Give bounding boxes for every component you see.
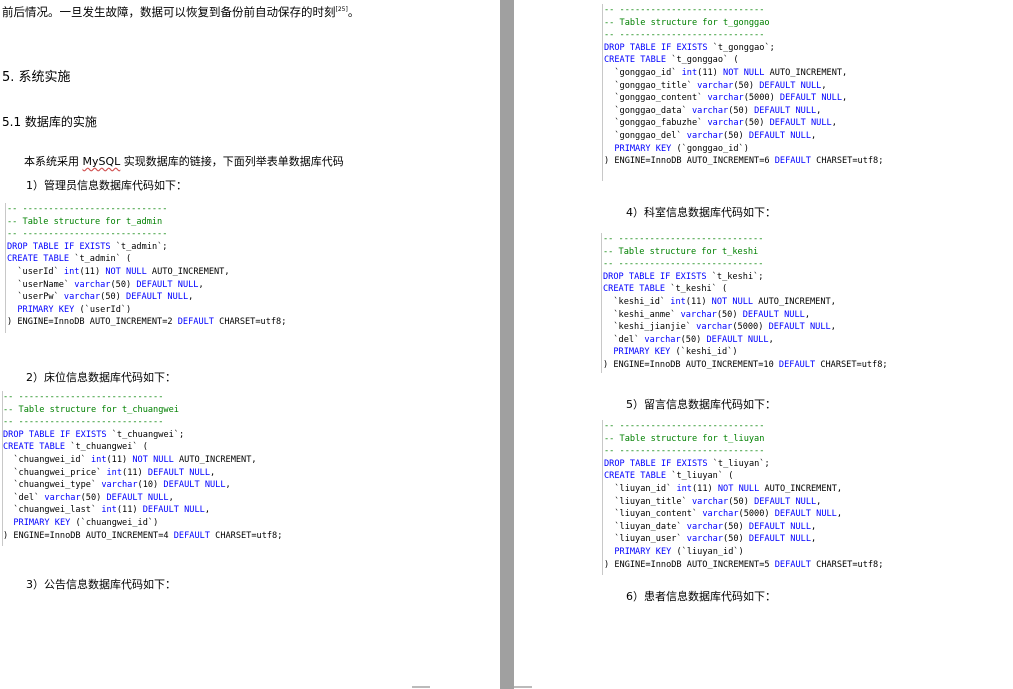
code-line: -- ---------------------------- bbox=[3, 392, 164, 402]
code-block-gonggao: -- ---------------------------- -- Table … bbox=[604, 4, 883, 168]
item-patient-label: 6）患者信息数据库代码如下： bbox=[626, 590, 776, 603]
item-keshi-label: 4）科室信息数据库代码如下： bbox=[626, 206, 776, 219]
intro-end: 。 bbox=[347, 5, 360, 19]
code-line: DROP TABLE IF EXISTS `t_liuyan`; bbox=[604, 458, 770, 469]
code-line: ) ENGINE=InnoDB AUTO_INCREMENT=4 DEFAULT… bbox=[3, 530, 283, 541]
code-line: `keshi_anme` varchar(50) DEFAULT NULL, bbox=[603, 309, 810, 320]
code-line: `gonggao_fabuzhe` varchar(50) DEFAULT NU… bbox=[604, 118, 837, 129]
code-line: -- ---------------------------- bbox=[603, 234, 764, 244]
code-block-chuangwei: -- ---------------------------- -- Table … bbox=[3, 391, 282, 542]
code-line: `userPw` varchar(50) DEFAULT NULL, bbox=[7, 292, 194, 303]
code-line: CREATE TABLE `t_admin` ( bbox=[7, 254, 132, 265]
code-line: `userName` varchar(50) DEFAULT NULL, bbox=[7, 279, 204, 290]
code-line: DROP TABLE IF EXISTS `t_gonggao`; bbox=[604, 42, 775, 53]
crop-mark bbox=[514, 686, 532, 688]
code-line: `liuyan_date` varchar(50) DEFAULT NULL, bbox=[604, 521, 817, 532]
item-admin-label: 1）管理员信息数据库代码如下： bbox=[26, 179, 187, 192]
code-line: DROP TABLE IF EXISTS `t_admin`; bbox=[7, 241, 168, 252]
code-line: `chuangwei_type` varchar(10) DEFAULT NUL… bbox=[3, 480, 231, 491]
code-line: -- ---------------------------- bbox=[3, 417, 164, 428]
item-liuyan-label: 5）留言信息数据库代码如下： bbox=[626, 398, 776, 411]
code-line: ) ENGINE=InnoDB AUTO_INCREMENT=5 DEFAULT… bbox=[604, 559, 884, 570]
section-5-heading: 5. 系统实施 bbox=[2, 70, 71, 85]
item-chuangwei-label: 2）床位信息数据库代码如下： bbox=[26, 371, 176, 384]
para-suffix: 实现数据库的链接，下面列举表单数据库代码 bbox=[120, 155, 344, 168]
code-line: ) ENGINE=InnoDB AUTO_INCREMENT=6 DEFAULT… bbox=[604, 156, 884, 167]
code-line: PRIMARY KEY (`liuyan_id`) bbox=[614, 546, 744, 557]
code-line: `gonggao_content` varchar(5000) DEFAULT … bbox=[604, 93, 848, 104]
code-line: -- ---------------------------- bbox=[604, 5, 765, 15]
code-line: `gonggao_id` int(11) NOT NULL AUTO_INCRE… bbox=[604, 67, 848, 78]
code-line: `gonggao_del` varchar(50) DEFAULT NULL, bbox=[604, 130, 817, 141]
code-line: -- Table structure for t_liuyan bbox=[604, 433, 765, 444]
code-rule-keshi bbox=[601, 233, 602, 373]
code-line: `chuangwei_last` int(11) DEFAULT NULL, bbox=[3, 505, 211, 516]
code-line: ) ENGINE=InnoDB AUTO_INCREMENT=10 DEFAUL… bbox=[603, 359, 888, 370]
code-line: `liuyan_id` int(11) NOT NULL AUTO_INCREM… bbox=[604, 483, 843, 494]
citation-ref: [25] bbox=[335, 6, 348, 14]
item-gonggao-label: 3）公告信息数据库代码如下： bbox=[26, 578, 176, 591]
code-line: `del` varchar(50) DEFAULT NULL, bbox=[603, 334, 774, 345]
code-rule-gonggao bbox=[602, 4, 603, 181]
code-line: CREATE TABLE `t_keshi` ( bbox=[603, 284, 728, 295]
crop-mark bbox=[412, 686, 430, 688]
code-block-admin: -- ---------------------------- -- Table … bbox=[7, 203, 286, 329]
intro-paragraph: 本系统采用 MySQL 实现数据库的链接，下面列举表单数据库代码 bbox=[24, 153, 344, 169]
section-5-1-heading: 5.1 数据库的实施 bbox=[2, 115, 97, 129]
intro-text: 前后情况。一旦发生故障，数据可以恢复到备份前自动保存的时刻 bbox=[2, 5, 336, 19]
para-prefix: 本系统采用 bbox=[24, 155, 83, 168]
code-line: -- Table structure for t_gonggao bbox=[604, 17, 770, 28]
code-line: CREATE TABLE `t_chuangwei` ( bbox=[3, 442, 148, 453]
code-line: `liuyan_user` varchar(50) DEFAULT NULL, bbox=[604, 534, 817, 545]
code-line: DROP TABLE IF EXISTS `t_keshi`; bbox=[603, 271, 764, 282]
code-rule-liuyan bbox=[602, 420, 603, 575]
code-line: -- Table structure for t_chuangwei bbox=[3, 404, 179, 415]
code-line: `liuyan_title` varchar(50) DEFAULT NULL, bbox=[604, 496, 822, 507]
code-line: -- Table structure for t_admin bbox=[7, 216, 163, 227]
code-line: `del` varchar(50) DEFAULT NULL, bbox=[3, 492, 174, 503]
code-line: `liuyan_content` varchar(5000) DEFAULT N… bbox=[604, 509, 843, 520]
code-line: DROP TABLE IF EXISTS `t_chuangwei`; bbox=[3, 429, 185, 440]
code-block-keshi: -- ---------------------------- -- Table … bbox=[603, 233, 888, 372]
code-line: `keshi_id` int(11) NOT NULL AUTO_INCREME… bbox=[603, 296, 836, 307]
code-line: -- ---------------------------- bbox=[604, 446, 765, 457]
code-line: `keshi_jianjie` varchar(5000) DEFAULT NU… bbox=[603, 322, 836, 333]
code-line: `gonggao_title` varchar(50) DEFAULT NULL… bbox=[604, 80, 827, 91]
document-page-left: 前后情况。一旦发生故障，数据可以恢复到备份前自动保存的时刻[25]。 5. 系统… bbox=[0, 0, 500, 689]
code-line: `gonggao_data` varchar(50) DEFAULT NULL, bbox=[604, 105, 822, 116]
code-line: `chuangwei_id` int(11) NOT NULL AUTO_INC… bbox=[3, 454, 257, 465]
code-line: `userId` int(11) NOT NULL AUTO_INCREMENT… bbox=[7, 266, 230, 277]
code-line: ) ENGINE=InnoDB AUTO_INCREMENT=2 DEFAULT… bbox=[7, 317, 287, 328]
code-line: -- ---------------------------- bbox=[603, 259, 764, 270]
document-page-right: -- ---------------------------- -- Table … bbox=[514, 0, 1013, 689]
code-line: CREATE TABLE `t_liuyan` ( bbox=[604, 471, 734, 482]
code-line: -- Table structure for t_keshi bbox=[603, 246, 759, 257]
code-line: PRIMARY KEY (`keshi_id`) bbox=[613, 347, 738, 358]
code-line: -- ---------------------------- bbox=[604, 421, 765, 431]
code-line: `chuangwei_price` int(11) DEFAULT NULL, bbox=[3, 467, 216, 478]
code-line: -- ---------------------------- bbox=[7, 204, 168, 214]
code-line: PRIMARY KEY (`userId`) bbox=[17, 304, 132, 315]
code-line: -- ---------------------------- bbox=[604, 30, 765, 41]
code-line: -- ---------------------------- bbox=[7, 229, 168, 240]
code-line: PRIMARY KEY (`chuangwei_id`) bbox=[13, 517, 159, 528]
intro-line: 前后情况。一旦发生故障，数据可以恢复到备份前自动保存的时刻[25]。 bbox=[2, 4, 359, 20]
mysql-word: MySQL bbox=[82, 155, 121, 168]
code-line: PRIMARY KEY (`gonggao_id`) bbox=[614, 143, 749, 154]
code-line: CREATE TABLE `t_gonggao` ( bbox=[604, 55, 739, 66]
code-rule-admin bbox=[5, 203, 6, 333]
code-block-liuyan: -- ---------------------------- -- Table … bbox=[604, 420, 883, 571]
